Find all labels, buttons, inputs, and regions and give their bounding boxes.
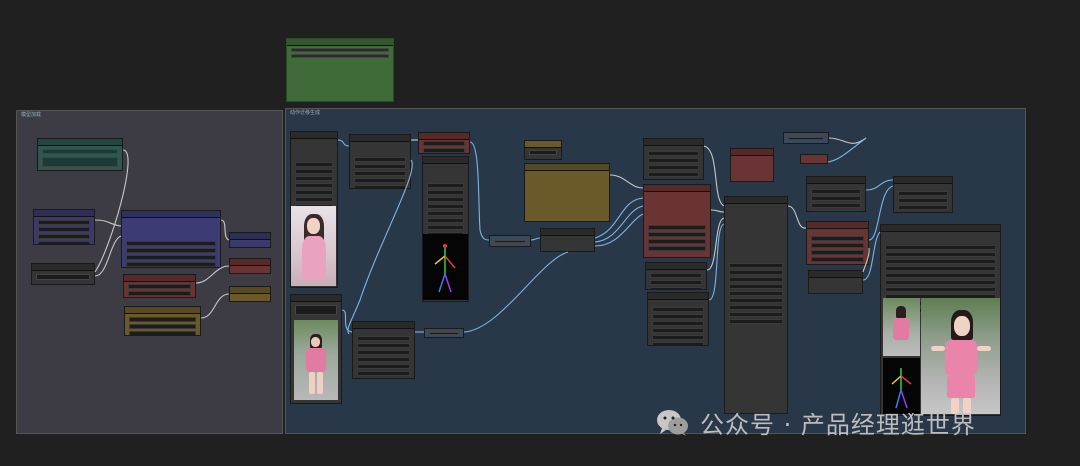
output-main-image: [921, 298, 1000, 414]
sampler-node-brown[interactable]: [124, 306, 201, 336]
reference-portrait-image: [291, 206, 336, 286]
pose-skeleton-image: [423, 234, 468, 300]
scheduler-node[interactable]: [647, 292, 709, 346]
watermark: 公众号 · 产品经理逛世界: [656, 404, 976, 440]
wechat-icon: [656, 409, 690, 436]
vae-decode-node[interactable]: [540, 228, 595, 252]
group-title: 动作迁移生成: [290, 110, 321, 116]
image-scale-node-red[interactable]: [418, 132, 470, 154]
conditioning-node[interactable]: [643, 138, 704, 180]
latent-node[interactable]: [645, 262, 707, 290]
video-combine-node[interactable]: [724, 196, 788, 414]
color-node-red[interactable]: [730, 148, 774, 182]
ksampler-node-red[interactable]: [643, 184, 711, 258]
output-node-purple-small[interactable]: [229, 232, 271, 248]
reroute-node-top[interactable]: [783, 132, 829, 144]
animate-sampler-node-brown[interactable]: [524, 163, 610, 222]
resize-node[interactable]: [349, 134, 411, 189]
group-title: 模型加载: [21, 112, 42, 118]
upscale-node[interactable]: [806, 176, 866, 212]
reroute-node[interactable]: [424, 328, 464, 338]
interpolate-node[interactable]: [808, 270, 863, 294]
notes-node-small[interactable]: [524, 140, 562, 160]
output-node-red-small[interactable]: [229, 258, 271, 274]
face-restore-node-red[interactable]: [806, 221, 869, 265]
node-canvas[interactable]: 模型加载 动作迁移生成 公众号 · 产品经理逛世界: [0, 0, 1080, 466]
output-walking-small-image: [883, 298, 920, 356]
text-encode-node-red[interactable]: [123, 274, 196, 298]
vae-loader-node[interactable]: [31, 263, 95, 285]
output-node-brown-small[interactable]: [229, 286, 271, 302]
save-node-small[interactable]: [893, 176, 953, 213]
small-red-tag-node[interactable]: [800, 154, 828, 164]
clip-loader-node-purple[interactable]: [33, 209, 95, 245]
model-loader-node-teal[interactable]: [37, 138, 123, 171]
preview-node-small[interactable]: [489, 235, 531, 247]
watermark-text: 公众号 · 产品经理逛世界: [700, 410, 976, 439]
walking-frame-image: [294, 320, 338, 400]
frame-select-node[interactable]: [352, 321, 415, 379]
apply-model-node-purple[interactable]: [121, 210, 221, 268]
note-node-green[interactable]: [286, 38, 394, 102]
